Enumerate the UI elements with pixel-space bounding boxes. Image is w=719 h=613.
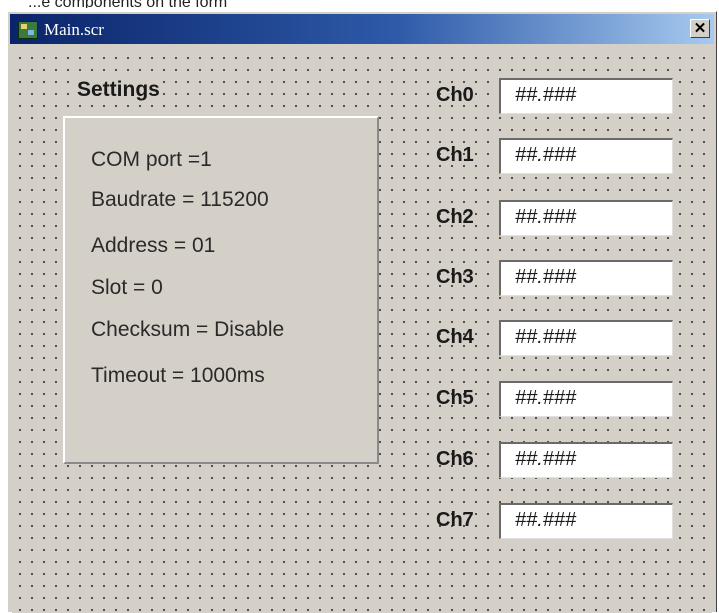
setting-timeout[interactable]: Timeout = 1000ms	[91, 364, 265, 388]
setting-address[interactable]: Address = 01	[91, 234, 215, 258]
setting-slot[interactable]: Slot = 0	[91, 276, 163, 300]
channel-label-ch7[interactable]: Ch7	[436, 505, 496, 535]
channel-label-ch4[interactable]: Ch4	[436, 322, 496, 352]
channel-field-ch3[interactable]: ##.###	[499, 260, 673, 296]
channel-field-ch7[interactable]: ##.###	[499, 503, 673, 539]
window-title: Main.scr	[44, 20, 104, 39]
setting-baudrate[interactable]: Baudrate = 115200	[91, 188, 269, 212]
channel-label-ch2[interactable]: Ch2	[436, 202, 496, 232]
channel-label-ch5[interactable]: Ch5	[436, 383, 496, 413]
form-canvas[interactable]: Settings COM port =1 Baudrate = 115200 A…	[12, 50, 712, 613]
settings-label[interactable]: Settings	[74, 78, 163, 102]
channel-field-ch2[interactable]: ##.###	[499, 200, 673, 236]
channel-label-ch1[interactable]: Ch1	[436, 140, 496, 170]
cutoff-caption-text: ...e components on the form	[28, 0, 227, 8]
channel-field-ch1[interactable]: ##.###	[499, 138, 673, 174]
channel-label-ch0[interactable]: Ch0	[436, 80, 496, 110]
settings-panel[interactable]: COM port =1 Baudrate = 115200 Address = …	[63, 116, 379, 464]
channel-field-ch6[interactable]: ##.###	[499, 442, 673, 478]
channel-label-ch6[interactable]: Ch6	[436, 444, 496, 474]
setting-checksum[interactable]: Checksum = Disable	[91, 318, 284, 342]
channel-field-ch4[interactable]: ##.###	[499, 320, 673, 356]
close-button[interactable]: ✕	[690, 19, 710, 38]
channel-label-ch3[interactable]: Ch3	[436, 262, 496, 292]
setting-com-port[interactable]: COM port =1	[91, 148, 212, 172]
channel-field-ch0[interactable]: ##.###	[499, 78, 673, 114]
form-designer-window: Main.scr ✕ Settings COM port =1 Baudrate…	[7, 11, 717, 613]
channel-field-ch5[interactable]: ##.###	[499, 381, 673, 417]
app-icon	[18, 21, 38, 39]
title-bar[interactable]: Main.scr ✕	[10, 14, 714, 44]
